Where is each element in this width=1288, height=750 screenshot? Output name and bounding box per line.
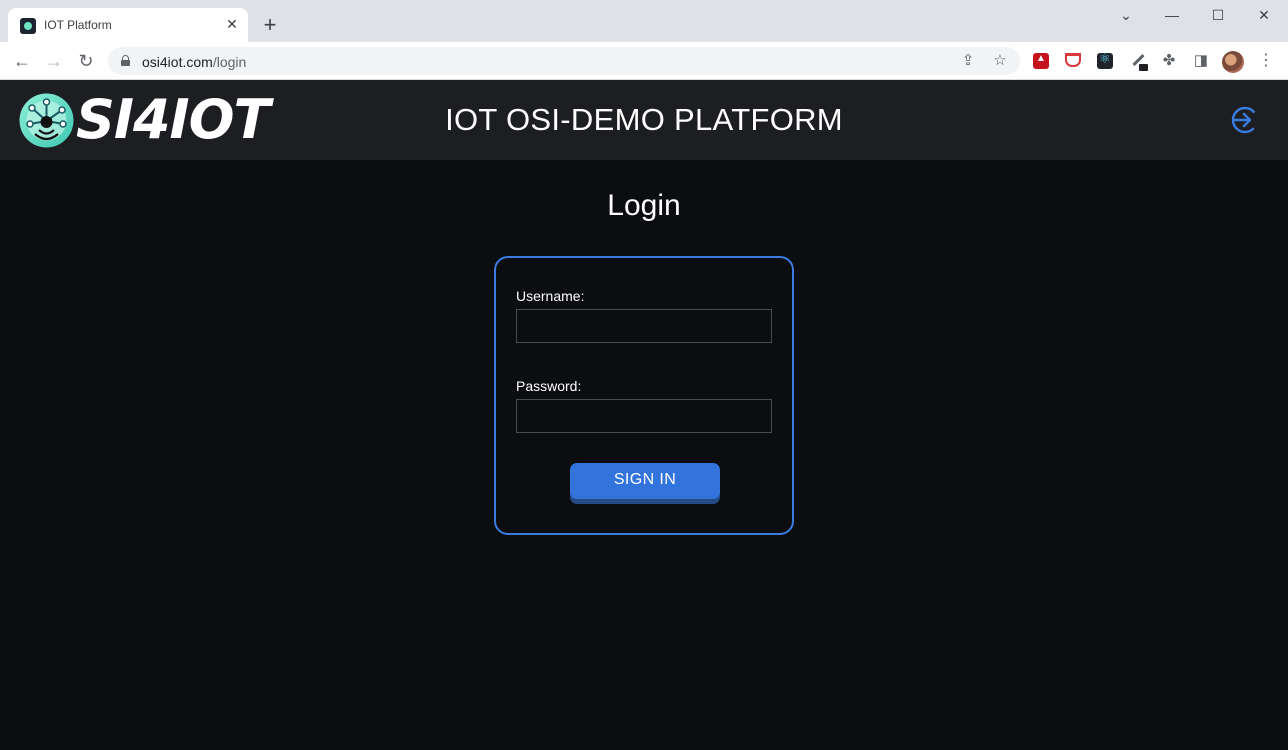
back-arrow-icon[interactable]: ← — [10, 50, 34, 72]
url-text[interactable]: osi4iot.com/login — [142, 54, 246, 70]
login-form: Username: Password: SIGN IN — [494, 256, 794, 535]
password-label: Password: — [516, 378, 582, 394]
close-window-button[interactable]: ✕ — [1253, 4, 1275, 26]
password-input[interactable] — [516, 399, 772, 433]
browser-toolbar: ← → ↻ osi4iot.com/login ⇪ ☆ ✤ ◨ ⋮ — [0, 42, 1288, 80]
new-tab-button[interactable]: + — [259, 14, 281, 37]
share-icon[interactable]: ⇪ — [958, 51, 978, 71]
app-header: SI4IOT IOT OSI-DEMO PLATFORM — [0, 80, 1288, 160]
color-picker-extension-icon[interactable] — [1130, 53, 1148, 71]
profile-avatar[interactable] — [1222, 51, 1244, 73]
app-title: IOT OSI-DEMO PLATFORM — [445, 102, 843, 137]
shield-extension-icon[interactable] — [1065, 53, 1081, 67]
browser-tabstrip: IOT Platform ✕ + ⌄ — ☐ ✕ — [0, 0, 1288, 42]
forward-arrow-icon[interactable]: → — [42, 50, 66, 72]
menu-dots-icon[interactable]: ⋮ — [1258, 51, 1274, 71]
maximize-window-button[interactable]: ☐ — [1207, 4, 1229, 26]
extensions-puzzle-icon[interactable]: ✤ — [1159, 51, 1179, 71]
site-favicon-icon — [20, 18, 36, 34]
lock-icon[interactable] — [121, 55, 130, 66]
browser-tab[interactable]: IOT Platform ✕ — [8, 8, 248, 42]
login-icon[interactable] — [1229, 104, 1261, 136]
username-label: Username: — [516, 288, 585, 304]
side-panel-icon[interactable]: ◨ — [1191, 51, 1211, 71]
page-title: Login — [607, 189, 681, 222]
react-devtools-icon[interactable] — [1097, 51, 1113, 69]
minimize-window-button[interactable]: — — [1161, 4, 1183, 26]
username-input[interactable] — [516, 309, 772, 343]
address-bar[interactable]: osi4iot.com/login ⇪ ☆ — [108, 47, 1020, 75]
tab-title: IOT Platform — [44, 18, 112, 32]
tab-close-icon[interactable]: ✕ — [224, 16, 240, 32]
pdf-extension-icon[interactable] — [1033, 53, 1049, 69]
bookmark-star-icon[interactable]: ☆ — [990, 51, 1010, 71]
sign-in-button[interactable]: SIGN IN — [570, 463, 720, 499]
tab-search-icon[interactable]: ⌄ — [1115, 4, 1137, 26]
reload-icon[interactable]: ↻ — [74, 50, 98, 72]
